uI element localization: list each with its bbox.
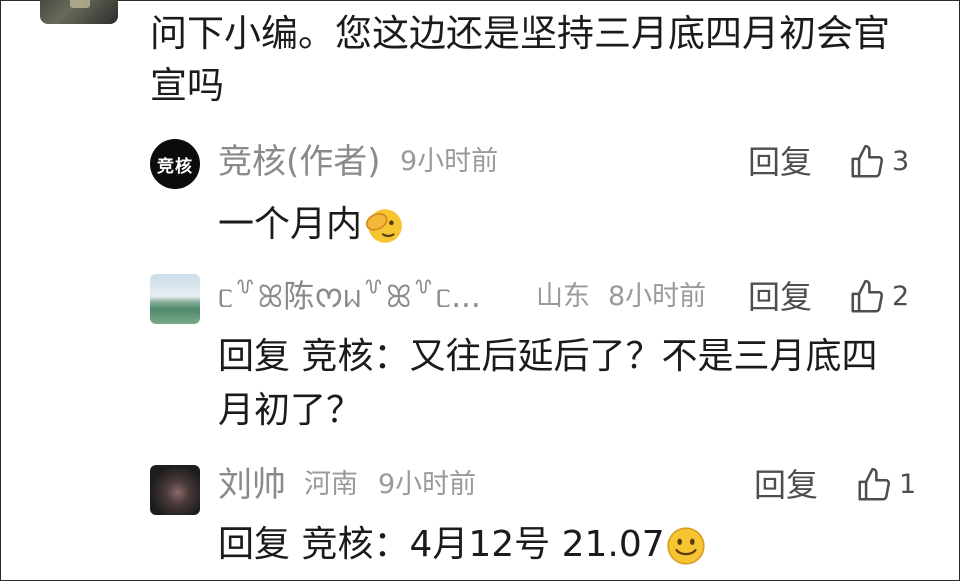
like-button[interactable]: 2	[848, 277, 909, 317]
like-button[interactable]: 1	[855, 465, 916, 505]
comment-location: 河南	[304, 469, 358, 500]
comment-text: 4月12号 21.07	[409, 524, 665, 565]
comment-time: 9小时前	[400, 146, 499, 177]
avatar-logo-text: 竞核	[157, 156, 193, 177]
thumbs-up-icon	[851, 144, 884, 178]
reply-prefix: 回复 竞核：	[218, 524, 410, 565]
comment-text: 问下小编。您这边还是坚持三月底四月初会官宣吗	[150, 12, 890, 107]
thumbs-up-icon	[858, 467, 891, 501]
commenter-name[interactable]: 竞核(作者)	[218, 142, 381, 182]
thumbs-up-icon	[851, 279, 884, 313]
like-count: 2	[892, 281, 910, 312]
reply-button[interactable]: 回复	[748, 277, 812, 317]
reply-prefix: 回复 竞核：	[218, 336, 410, 377]
comment-time: 9小时前	[378, 469, 477, 500]
comment-time: 8小时前	[608, 281, 707, 312]
avatar[interactable]	[40, 0, 118, 24]
reply-button[interactable]: 回复	[754, 465, 818, 505]
comment-body: 回复 竞核：4月12号 21.07	[218, 518, 707, 572]
smiling-face-icon	[667, 527, 705, 565]
like-button[interactable]: 3	[848, 142, 909, 182]
comment-body: 一个月内	[218, 198, 404, 252]
reply-button[interactable]: 回复	[748, 142, 812, 182]
avatar[interactable]	[150, 274, 200, 324]
commenter-name[interactable]: 刘帅	[218, 465, 286, 505]
comment-location: 山东	[536, 281, 590, 312]
author-avatar[interactable]: 竞核	[150, 139, 200, 189]
comment-body: 回复 竞核：又往后延后了？不是三月底四月初了？	[218, 330, 898, 438]
comment-text: 一个月内	[218, 204, 363, 245]
face-with-hand-over-eye-icon	[365, 209, 402, 243]
like-count: 1	[899, 469, 917, 500]
avatar[interactable]	[150, 465, 200, 515]
commenter-name[interactable]: ᥴ꒷ꕤ陈ᰔᥕ꒷ꕤ꒷ᥴ...	[218, 277, 481, 317]
like-count: 3	[892, 146, 910, 177]
